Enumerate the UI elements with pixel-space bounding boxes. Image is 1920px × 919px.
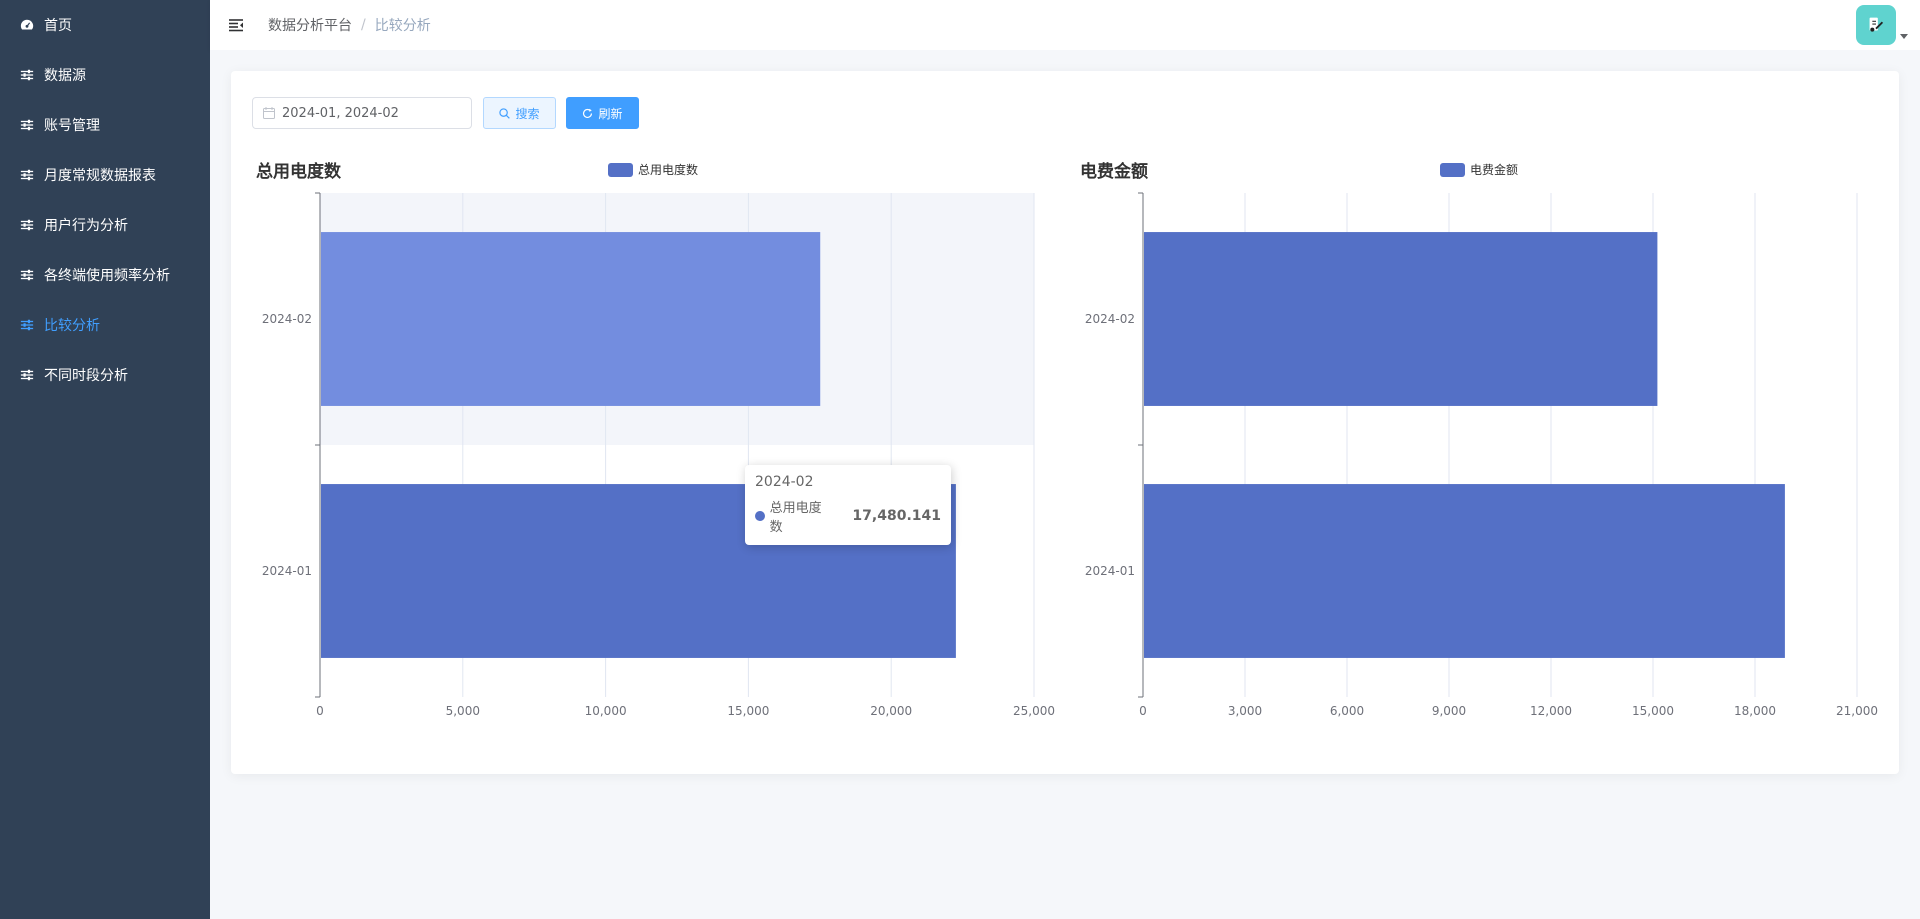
sliders-icon	[20, 168, 34, 182]
x-tick-label: 21,000	[1836, 704, 1878, 718]
hamburger-icon[interactable]	[228, 17, 244, 33]
sidebar-item-comparison[interactable]: 比较分析	[0, 300, 210, 350]
x-tick-label: 6,000	[1330, 704, 1364, 718]
sidebar-item-datasource[interactable]: 数据源	[0, 50, 210, 100]
user-menu[interactable]	[1856, 5, 1908, 45]
sliders-icon	[20, 218, 34, 232]
sidebar-item-accounts[interactable]: 账号管理	[0, 100, 210, 150]
sidebar-item-label: 各终端使用频率分析	[44, 268, 170, 284]
sidebar-item-label: 用户行为分析	[44, 218, 128, 234]
tooltip-title: 2024-02	[755, 474, 814, 490]
x-tick-label: 15,000	[1632, 704, 1674, 718]
sidebar-item-label: 比较分析	[44, 318, 100, 334]
breadcrumb-separator: /	[361, 17, 366, 33]
sidebar-item-label: 月度常规数据报表	[44, 168, 156, 184]
avatar[interactable]	[1856, 5, 1896, 45]
sliders-icon	[20, 368, 34, 382]
tooltip-series-name: 总用电度数	[769, 501, 822, 535]
sidebar-item-label: 首页	[44, 18, 72, 34]
sidebar-item-home[interactable]: 首页	[0, 0, 210, 50]
y-tick-label: 2024-01	[1085, 564, 1135, 578]
sidebar-item-time-period[interactable]: 不同时段分析	[0, 350, 210, 400]
sliders-icon	[20, 68, 34, 82]
sliders-icon	[20, 118, 34, 132]
sidebar-item-terminal-frequency[interactable]: 各终端使用频率分析	[0, 250, 210, 300]
x-tick-label: 0	[1139, 704, 1147, 718]
sidebar-item-label: 账号管理	[44, 118, 100, 134]
y-tick-label: 2024-02	[1085, 312, 1135, 326]
dashboard-icon	[20, 18, 34, 32]
x-tick-label: 9,000	[1432, 704, 1466, 718]
content-card: 2024-01, 2024-02 搜索 刷新 总用电度数 总用电度数 0 5,00…	[231, 71, 1899, 774]
sidebar-item-monthly-report[interactable]: 月度常规数据报表	[0, 150, 210, 200]
app-main: 2024-01, 2024-02 搜索 刷新 总用电度数 总用电度数 0 5,00…	[210, 50, 1920, 919]
breadcrumb-item-current: 比较分析	[374, 18, 431, 34]
caret-down-icon[interactable]	[1900, 34, 1908, 39]
tooltip-value: 17,480.141	[852, 508, 941, 524]
sidebar: 首页 数据源 账号管理 月度常规数据报表 用户行为分析 各终端使用频率分析 比较…	[0, 0, 210, 919]
sidebar-item-label: 数据源	[44, 68, 86, 84]
navbar: 数据分析平台 / 比较分析	[210, 0, 1920, 50]
sliders-icon	[20, 268, 34, 282]
sidebar-item-label: 不同时段分析	[44, 368, 128, 384]
sliders-icon	[20, 318, 34, 332]
breadcrumb-item[interactable]: 数据分析平台	[268, 15, 352, 35]
bar	[1144, 484, 1785, 658]
bar	[1144, 232, 1658, 406]
x-tick-label: 12,000	[1530, 704, 1572, 718]
x-tick-label: 3,000	[1228, 704, 1262, 718]
chart-tooltip: 2024-02 总用电度数 17,480.141	[745, 465, 951, 545]
sidebar-item-user-behavior[interactable]: 用户行为分析	[0, 200, 210, 250]
breadcrumb: 数据分析平台 / 比较分析	[268, 15, 431, 35]
electricity-fee-chart: 0 3,000 6,000 9,000 12,000 15,000 18,000 21,000…	[1085, 192, 1878, 718]
tooltip-series-marker	[755, 511, 765, 521]
x-tick-label: 18,000	[1734, 704, 1776, 718]
